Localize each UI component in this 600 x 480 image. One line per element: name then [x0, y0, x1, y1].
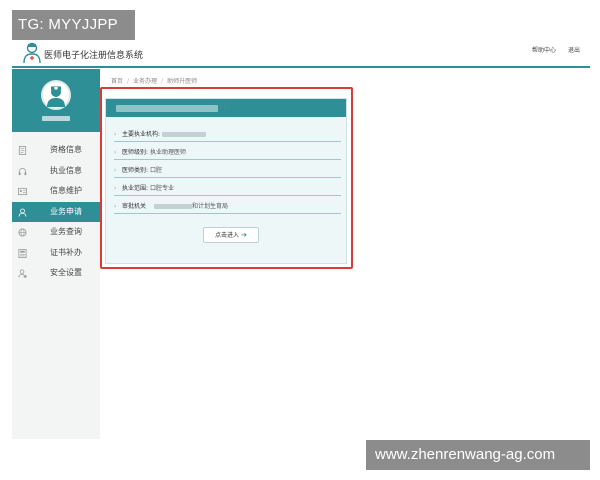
sidebar-item-application[interactable]: 业务申请 [12, 201, 100, 222]
breadcrumb: 首页 / 业务办理 / 助师升医师 [111, 76, 197, 85]
user-name-blurred [42, 116, 70, 121]
breadcrumb-separator: / [127, 78, 130, 85]
field-authority: 审批机关 和计划生育局 [114, 201, 341, 214]
breadcrumb-current: 助师升医师 [167, 78, 198, 85]
app-title: 医师电子化注册信息系统 [44, 51, 144, 61]
sidebar-item-label: 资格信息 [50, 145, 82, 154]
sidebar-item-query[interactable]: 业务查询 [12, 222, 100, 243]
enter-button-label: 点击进入 [215, 232, 240, 239]
certificate-icon [18, 248, 27, 258]
field-level: 医师级别: 执业助理医师 [114, 147, 341, 160]
card-header: [1] [106, 99, 346, 117]
breadcrumb-home[interactable]: 首页 [111, 78, 123, 85]
main-content: 首页/业务办理/助师升医师 [1] 主要执业机构: 医师级别: 执业助理医师 医… [100, 69, 590, 439]
id-card-icon [18, 187, 27, 196]
field-label: 医师类别: [122, 167, 149, 174]
card-title-tail: [1] [220, 102, 230, 110]
sidebar-item-security[interactable]: 安全设置 [12, 263, 100, 284]
sidebar-item-practice[interactable]: 执业信息 [12, 161, 100, 182]
field-category: 医师类别: 口腔 [114, 165, 341, 178]
sidebar-menu: 资格信息 执业信息 信息维护 业务申请 业务查询 证书补办 安全设置 [12, 140, 100, 284]
application-card: [1] 主要执业机构: 医师级别: 执业助理医师 医师类别: 口腔 执业范围: … [105, 98, 347, 264]
help-center-link[interactable]: 帮助中心 [532, 47, 556, 54]
card-title-blurred [116, 105, 218, 112]
breadcrumb-separator: / [161, 78, 164, 85]
breadcrumb-business[interactable]: 业务办理 [133, 78, 157, 85]
user-icon [18, 208, 27, 217]
headset-icon [18, 167, 27, 175]
doctor-logo-icon [23, 42, 41, 64]
sidebar-item-qualification[interactable]: 资格信息 [12, 140, 100, 161]
watermark-bottom-right: www.zhenrenwang-ag.com [366, 440, 590, 470]
sidebar-item-label: 证书补办 [50, 247, 82, 257]
sidebar-item-maintenance[interactable]: 信息维护 [12, 181, 100, 202]
header-links: 帮助中心 退出 [522, 45, 580, 54]
app-header: 医师电子化注册信息系统 帮助中心 退出 [12, 40, 590, 68]
profile-panel [12, 69, 100, 132]
field-value: 口腔专业 [149, 185, 174, 192]
avatar [41, 80, 71, 110]
field-value: 和计划生育局 [192, 203, 229, 210]
field-label: 主要执业机构: [122, 131, 161, 138]
doctor-avatar-icon [47, 86, 65, 107]
field-label: 执业范围: [122, 185, 149, 192]
sidebar-item-label: 安全设置 [50, 268, 82, 277]
field-institution: 主要执业机构: [114, 129, 341, 142]
globe-icon [18, 228, 27, 237]
logout-link[interactable]: 退出 [568, 47, 580, 54]
field-value: 执业助理医师 [149, 149, 186, 156]
sidebar: 资格信息 执业信息 信息维护 业务申请 业务查询 证书补办 安全设置 [12, 69, 100, 439]
sidebar-item-reissue[interactable]: 证书补办 [12, 243, 100, 264]
field-label: 审批机关 [122, 203, 147, 210]
field-value-blurred [162, 132, 207, 137]
lock-user-icon [18, 269, 27, 278]
arrow-right-icon: ➔ [241, 231, 247, 239]
field-label: 医师级别: [122, 149, 149, 156]
sidebar-item-label: 业务查询 [50, 227, 82, 236]
document-icon [18, 146, 27, 155]
enter-button[interactable]: 点击进入 ➔ [203, 227, 259, 243]
sidebar-item-label: 执业信息 [50, 165, 82, 175]
sidebar-item-label: 信息维护 [50, 186, 82, 195]
sidebar-item-label: 业务申请 [50, 206, 82, 216]
field-value: 口腔 [149, 167, 162, 174]
watermark-top-left: TG: MYYJJPP [12, 10, 135, 40]
field-value-blurred [154, 204, 193, 209]
field-scope: 执业范围: 口腔专业 [114, 183, 341, 196]
